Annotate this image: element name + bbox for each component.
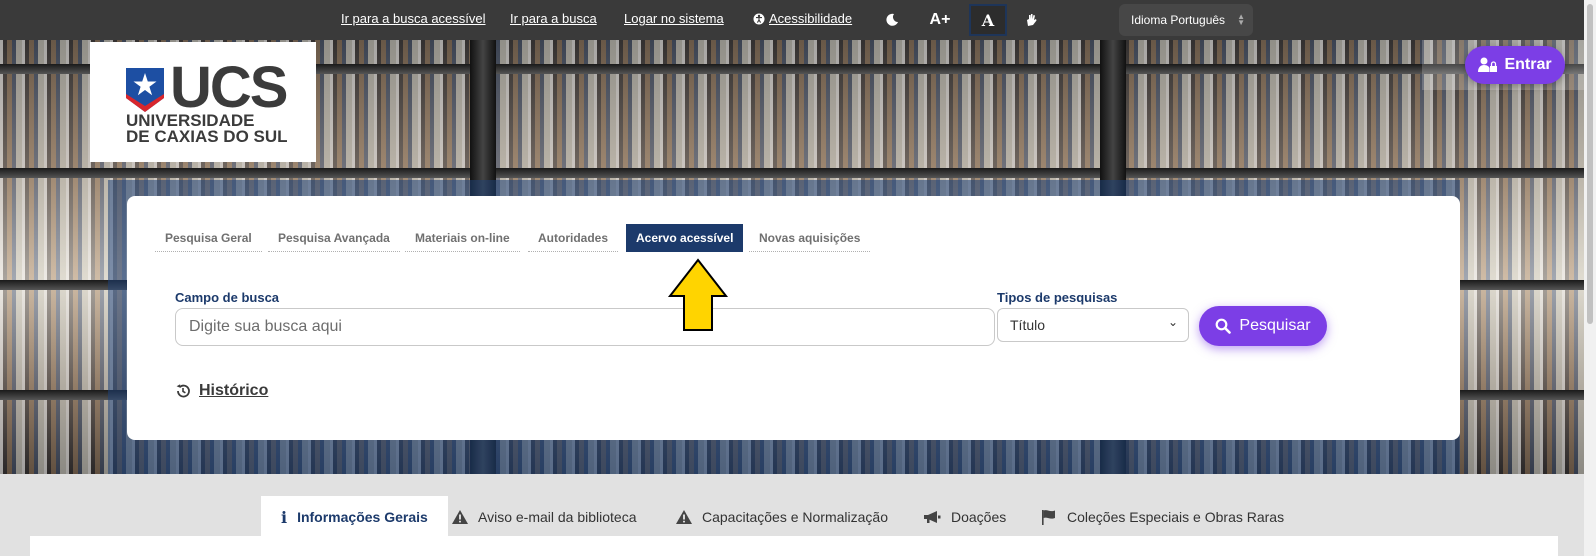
user-lock-icon <box>1478 57 1498 72</box>
ucs-logo[interactable]: UCS UNIVERSIDADE DE CAXIAS DO SUL <box>90 42 316 162</box>
accessibility-bar: Ir para a busca acessível Ir para a busc… <box>0 0 1596 40</box>
search-type-select[interactable]: Título ⌄ <box>997 308 1189 342</box>
chevron-down-icon: ⌄ <box>1167 315 1178 329</box>
tab-general-search[interactable]: Pesquisa Geral <box>155 224 262 252</box>
logo-subtitle-2: DE CAXIAS DO SUL <box>126 127 288 146</box>
logo-title: UCS <box>170 55 288 120</box>
history-label: Histórico <box>199 382 269 399</box>
tab-online-materials[interactable]: Materiais on-line <box>405 224 520 252</box>
flag-icon <box>1042 510 1055 525</box>
tab-training-normalization-label: Capacitações e Normalização <box>702 509 888 525</box>
dark-mode-button[interactable] <box>873 4 911 36</box>
tab-training-normalization[interactable]: Capacitações e Normalização <box>676 496 888 538</box>
tab-general-info[interactable]: i Informações Gerais <box>261 496 448 538</box>
tab-general-info-label: Informações Gerais <box>297 509 428 525</box>
history-icon <box>176 384 190 398</box>
tab-accessible-collection[interactable]: Acervo acessível <box>626 224 744 252</box>
contrast-button[interactable]: A <box>969 4 1007 36</box>
tab-new-acquisitions[interactable]: Novas aquisições <box>749 224 871 252</box>
megaphone-icon <box>924 511 941 523</box>
login-link[interactable]: Logar no sistema <box>624 11 724 26</box>
search-icon <box>1216 318 1232 334</box>
search-field-label: Campo de busca <box>175 290 280 305</box>
moon-icon <box>886 13 898 26</box>
scrollbar-thumb[interactable] <box>1587 4 1593 324</box>
select-arrows-icon: ▲ ▼ <box>1237 12 1245 27</box>
accessibility-link[interactable]: Acessibilidade <box>753 11 852 26</box>
language-select[interactable]: Idioma Português ▲ ▼ <box>1119 4 1253 36</box>
search-card: Pesquisa Geral Pesquisa Avançada Materia… <box>127 196 1460 440</box>
skip-to-search-link[interactable]: Ir para a busca <box>510 11 597 26</box>
warning-icon <box>676 510 692 524</box>
tab-donations-label: Doações <box>951 509 1007 525</box>
hand-sign-icon <box>1027 14 1037 26</box>
logo-star-emblem-icon <box>126 68 164 112</box>
tab-special-collections[interactable]: Coleções Especiais e Obras Raras <box>1041 496 1284 538</box>
language-select-value: Idioma Português <box>1131 13 1226 27</box>
search-button[interactable]: Pesquisar <box>1199 306 1327 346</box>
search-input[interactable] <box>175 308 995 346</box>
warning-icon <box>452 510 468 524</box>
tab-advanced-search[interactable]: Pesquisa Avançada <box>268 224 400 252</box>
font-increase-button[interactable]: A+ <box>921 4 959 36</box>
search-button-label: Pesquisar <box>1239 317 1311 334</box>
info-icon: i <box>281 507 288 527</box>
universal-access-icon <box>753 13 765 24</box>
search-type-label: Tipos de pesquisas <box>997 290 1118 305</box>
login-button-label: Entrar <box>1504 56 1552 73</box>
tab-library-email-notice-label: Aviso e-mail da biblioteca <box>478 509 637 525</box>
shelf-decoration <box>0 168 1596 178</box>
accessibility-label: Acessibilidade <box>769 11 853 26</box>
tab-content-panel <box>30 536 1558 556</box>
sign-language-button[interactable] <box>1012 4 1050 36</box>
tab-authorities[interactable]: Autoridades <box>528 224 619 252</box>
login-button[interactable]: Entrar <box>1465 46 1565 84</box>
info-tabs-bar: i Informações Gerais Aviso e-mail da bib… <box>0 474 1596 556</box>
skip-to-accessible-search-link[interactable]: Ir para a busca acessível <box>341 11 486 26</box>
tab-special-collections-label: Coleções Especiais e Obras Raras <box>1067 509 1285 525</box>
tab-donations[interactable]: Doações <box>923 496 1006 538</box>
page-scrollbar[interactable] <box>1584 0 1596 556</box>
tab-library-email-notice[interactable]: Aviso e-mail da biblioteca <box>452 496 637 538</box>
history-link[interactable]: Histórico <box>175 382 268 400</box>
search-type-value: Título <box>1010 317 1046 333</box>
highlight-arrow-icon <box>667 258 729 331</box>
